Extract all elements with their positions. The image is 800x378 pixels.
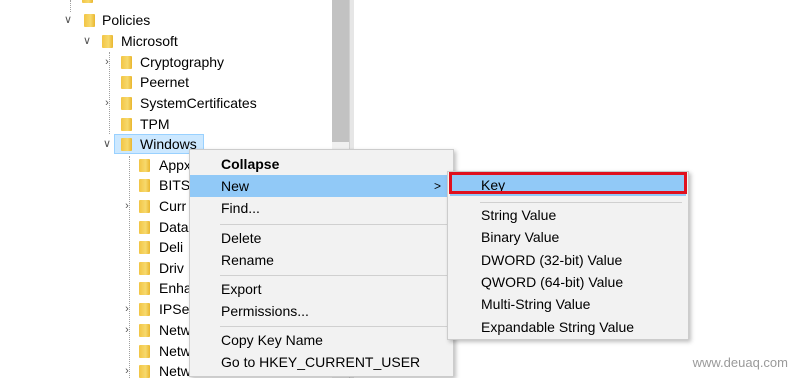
menu-item-export[interactable]: Export xyxy=(190,278,453,300)
menu-item-copy-key-name[interactable]: Copy Key Name xyxy=(190,329,453,351)
tree-node-label: Policies xyxy=(102,12,151,28)
menu-item-label: Multi-String Value xyxy=(481,296,591,312)
folder-icon xyxy=(139,159,150,172)
submenu-item-binary-value[interactable]: Binary Value xyxy=(448,226,688,248)
tree-node-label: Enha xyxy=(159,280,192,296)
folder-icon xyxy=(121,118,132,131)
menu-item-delete[interactable]: Delete xyxy=(190,227,453,249)
submenu-item-dword[interactable]: DWORD (32-bit) Value xyxy=(448,249,688,271)
tree-node-label: Netw xyxy=(159,322,191,338)
menu-separator xyxy=(480,202,682,203)
tree-node-label: Netw xyxy=(159,343,191,359)
chevron-right-icon[interactable]: › xyxy=(121,196,133,216)
menu-item-new[interactable]: New > xyxy=(190,175,453,197)
submenu-arrow-icon: > xyxy=(433,179,441,193)
menu-item-label: DWORD (32-bit) Value xyxy=(481,252,623,268)
tree-node-label: Microsoft xyxy=(121,33,178,49)
folder-icon xyxy=(121,76,132,89)
chevron-right-icon[interactable]: › xyxy=(121,320,133,340)
tree-node-label: Driv xyxy=(159,260,184,276)
folder-icon xyxy=(139,241,150,254)
chevron-down-icon[interactable]: ∨ xyxy=(62,10,74,30)
watermark: www.deuaq.com xyxy=(692,355,788,370)
menu-item-label: Find... xyxy=(221,200,260,216)
chevron-right-icon[interactable]: › xyxy=(101,52,113,72)
tree-node-label: TPM xyxy=(140,116,170,132)
tree-node-label: Netw xyxy=(159,363,191,378)
folder-icon xyxy=(139,200,150,213)
tree-node-label: IPSe xyxy=(159,301,190,317)
menu-separator xyxy=(220,224,448,225)
chevron-down-icon[interactable]: ∨ xyxy=(101,134,113,154)
menu-separator xyxy=(220,326,448,327)
menu-item-collapse[interactable]: Collapse xyxy=(190,153,453,175)
folder-icon xyxy=(139,345,150,358)
folder-icon xyxy=(139,303,150,316)
chevron-right-icon[interactable]: › xyxy=(121,299,133,319)
tree-node-label: Curr xyxy=(159,198,187,214)
context-menu: Collapse New > Find... Delete Rename Exp… xyxy=(189,149,454,377)
scrollbar-thumb[interactable] xyxy=(332,0,349,142)
menu-separator xyxy=(220,275,448,276)
tree-node-label: Deli xyxy=(159,239,184,255)
folder-icon xyxy=(121,138,132,151)
menu-item-label: Go to HKEY_CURRENT_USER xyxy=(221,354,421,370)
tree-node-label: Cryptography xyxy=(140,54,225,70)
folder-icon xyxy=(121,97,132,110)
tree-node-label: Appx xyxy=(159,157,191,173)
menu-item-label: Collapse xyxy=(221,156,280,172)
menu-item-label: Binary Value xyxy=(481,229,560,245)
tree-node-label: BITS xyxy=(159,177,191,193)
folder-icon xyxy=(139,282,150,295)
menu-item-find[interactable]: Find... xyxy=(190,197,453,219)
menu-item-label: Export xyxy=(221,281,262,297)
chevron-right-icon[interactable]: › xyxy=(121,361,133,378)
submenu-item-string-value[interactable]: String Value xyxy=(448,204,688,226)
menu-item-rename[interactable]: Rename xyxy=(190,249,453,271)
menu-item-label: Expandable String Value xyxy=(481,319,635,335)
menu-item-label: Rename xyxy=(221,252,274,268)
submenu-item-qword[interactable]: QWORD (64-bit) Value xyxy=(448,271,688,293)
annotation-highlight-box xyxy=(449,172,687,194)
menu-item-label: New xyxy=(221,178,250,194)
folder-icon xyxy=(82,0,93,3)
menu-item-label: Delete xyxy=(221,230,262,246)
folder-icon xyxy=(102,35,113,48)
submenu-item-multi-string[interactable]: Multi-String Value xyxy=(448,293,688,315)
new-submenu: Key String Value Binary Value DWORD (32-… xyxy=(447,171,689,340)
folder-icon xyxy=(139,179,150,192)
tree-guide-line xyxy=(129,156,130,378)
menu-item-label: Permissions... xyxy=(221,303,309,319)
menu-item-label: String Value xyxy=(481,207,557,223)
menu-item-goto-hkcu[interactable]: Go to HKEY_CURRENT_USER xyxy=(190,351,453,373)
menu-item-label: Copy Key Name xyxy=(221,332,323,348)
menu-item-label: QWORD (64-bit) Value xyxy=(481,274,624,290)
chevron-right-icon[interactable]: › xyxy=(101,93,113,113)
folder-icon xyxy=(139,262,150,275)
tree-node-label: Peernet xyxy=(140,74,190,90)
folder-icon xyxy=(84,14,95,27)
folder-icon xyxy=(139,365,150,378)
submenu-item-expandable-string[interactable]: Expandable String Value xyxy=(448,316,688,338)
tree-node-label: Data xyxy=(159,219,189,235)
folder-icon xyxy=(121,56,132,69)
folder-icon xyxy=(139,221,150,234)
tree-node-label: SystemCertificates xyxy=(140,95,257,111)
chevron-down-icon[interactable]: ∨ xyxy=(81,31,93,51)
folder-icon xyxy=(139,324,150,337)
menu-item-permissions[interactable]: Permissions... xyxy=(190,300,453,322)
